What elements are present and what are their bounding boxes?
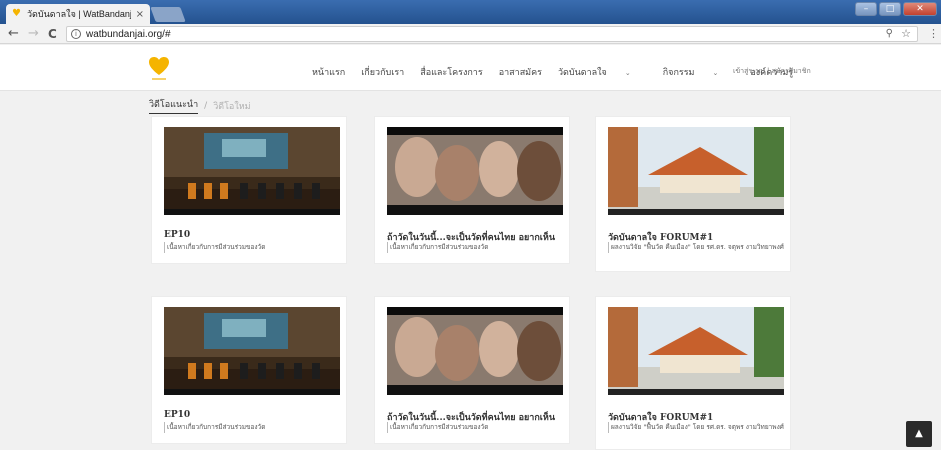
video-description: เนื้อหาเกี่ยวกับการมีส่วนร่วมของวัด [164,422,342,433]
menu-icon[interactable]: ⋮ [928,27,939,40]
tab-title: วัดบันดาลใจ | WatBandanjai [27,9,131,19]
nav-activities[interactable]: กิจกรรม ⌄ [663,65,735,79]
nav-about[interactable]: เกี่ยวกับเรา [361,65,404,79]
browser-titlebar: ♥ วัดบันดาลใจ | WatBandanjai × – □ ✕ [0,0,941,24]
video-description: ผลงานวิจัย "ฟื้นวัด คืนเมือง" โดย รศ.ดร.… [608,422,786,433]
address-bar[interactable]: i watbundanjai.org/# ⚲ ☆ [66,26,918,42]
scroll-to-top-button[interactable]: ▲ [906,421,932,447]
url-text[interactable]: watbundanjai.org/# [86,29,171,40]
video-description: เนื้อหาเกี่ยวกับการมีส่วนร่วมของวัด [387,422,565,433]
video-thumbnail[interactable] [608,127,784,215]
video-thumbnail[interactable] [387,307,563,395]
chevron-down-icon: ⌄ [712,69,719,77]
video-card[interactable]: วัดบันดาลใจ FORUM#1 ผลงานวิจัย "ฟื้นวัด … [595,296,791,450]
video-card[interactable]: ถ้าวัดในวันนี้...จะเป็นวัดที่คนไทย อยากเ… [374,116,570,264]
video-thumbnail[interactable] [164,307,340,395]
zoom-icon[interactable]: ⚲ [886,28,893,39]
video-card[interactable]: EP10 เนื้อหาเกี่ยวกับการมีส่วนร่วมของวัด [151,116,347,264]
minimize-button[interactable]: – [855,2,877,16]
nav-home[interactable]: หน้าแรก [312,65,345,79]
video-title[interactable]: EP10 [164,230,190,240]
video-thumbnail[interactable] [608,307,784,395]
nav-activities-label: กิจกรรม [662,68,695,78]
video-description: เนื้อหาเกี่ยวกับการมีส่วนร่วมของวัด [387,242,565,253]
video-card[interactable]: EP10 เนื้อหาเกี่ยวกับการมีส่วนร่วมของวัด [151,296,347,444]
video-description: ผลงานวิจัย "ฟื้นวัด คืนเมือง" โดย รศ.ดร.… [608,242,786,253]
nav-media[interactable]: สื่อและโครงการ [420,65,482,79]
tab-separator: / [204,100,208,111]
window-controls: – □ ✕ [855,2,937,16]
tab-close-icon[interactable]: × [136,9,144,20]
video-description: เนื้อหาเกี่ยวกับการมีส่วนร่วมของวัด [164,242,342,253]
site-header: หน้าแรก เกี่ยวกับเรา สื่อและโครงการ อาสา… [0,45,941,91]
video-title[interactable]: EP10 [164,410,190,420]
info-icon[interactable]: i [71,29,81,39]
back-icon[interactable]: ← [8,26,19,42]
login-link[interactable]: เข้าสู่ระบบ | สมัครสมาชิก [733,66,811,77]
forward-icon[interactable]: → [28,26,39,42]
video-card[interactable]: วัดบันดาลใจ FORUM#1 ผลงานวิจัย "ฟื้นวัด … [595,116,791,272]
video-thumbnail[interactable] [387,127,563,215]
browser-toolbar: ← → C i watbundanjai.org/# ⚲ ☆ ⋮ [0,24,941,44]
video-thumbnail[interactable] [164,127,340,215]
new-tab-button[interactable] [150,7,186,22]
video-card[interactable]: ถ้าวัดในวันนี้...จะเป็นวัดที่คนไทย อยากเ… [374,296,570,444]
reload-icon[interactable]: C [48,26,57,42]
arrow-up-icon: ▲ [915,428,923,439]
tab-new-videos[interactable]: วิดีโอใหม่ [213,99,250,113]
maximize-button[interactable]: □ [879,2,901,16]
video-tabs: วิดีโอแนะนำ / วิดีโอใหม่ [149,97,251,114]
close-window-button[interactable]: ✕ [903,2,937,16]
star-icon[interactable]: ☆ [901,27,911,40]
browser-tab[interactable]: ♥ วัดบันดาลใจ | WatBandanjai × [6,4,150,24]
chevron-down-icon: ⌄ [624,69,631,77]
heart-favicon-icon: ♥ [12,8,21,19]
nav-watbandanjai-label: วัดบันดาลใจ [557,68,607,78]
nav-watbandanjai[interactable]: วัดบันดาลใจ ⌄ [558,65,647,79]
heart-logo-icon[interactable] [147,55,171,83]
nav-volunteer[interactable]: อาสาสมัคร [499,65,542,79]
tab-recommended-videos[interactable]: วิดีโอแนะนำ [149,97,199,114]
